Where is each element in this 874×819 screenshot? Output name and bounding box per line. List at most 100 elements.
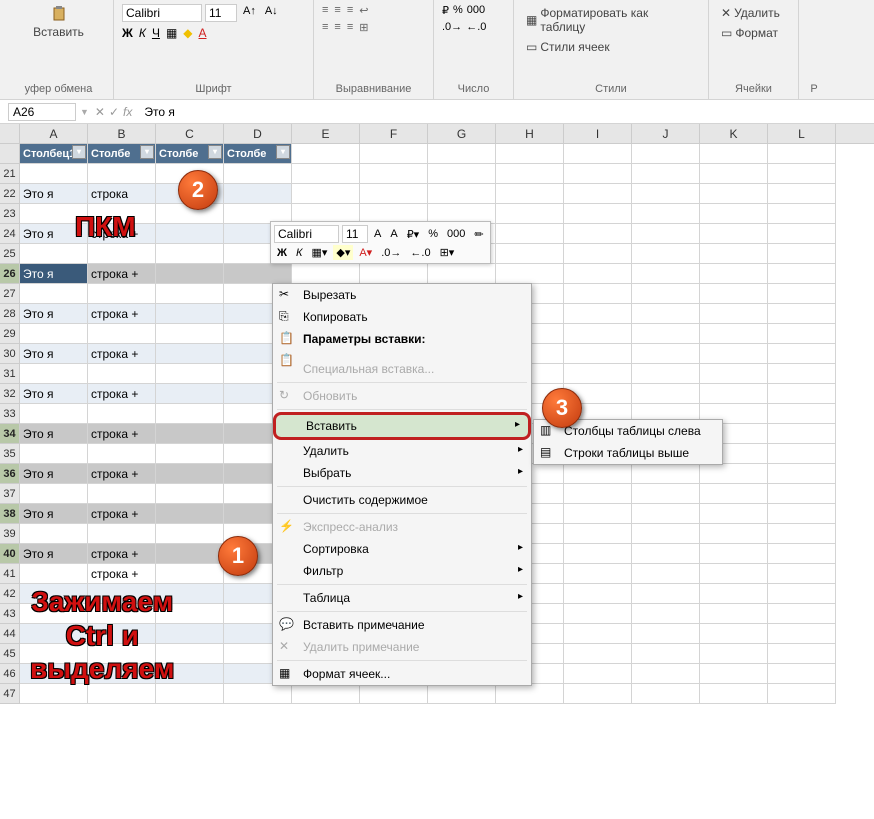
cell[interactable] xyxy=(292,144,360,164)
cell[interactable] xyxy=(88,484,156,504)
cell[interactable] xyxy=(768,264,836,284)
cell[interactable] xyxy=(768,324,836,344)
col-header[interactable]: I xyxy=(564,124,632,143)
italic-button[interactable]: К xyxy=(139,26,146,40)
col-header[interactable]: L xyxy=(768,124,836,143)
cell[interactable] xyxy=(700,504,768,524)
row-header[interactable]: 33 xyxy=(0,404,20,424)
merge-icon[interactable]: ⊞ xyxy=(359,21,368,34)
menu-cut[interactable]: ✂Вырезать xyxy=(273,284,531,306)
cell[interactable] xyxy=(156,364,224,384)
cell[interactable]: строка + xyxy=(88,424,156,444)
cell[interactable] xyxy=(700,564,768,584)
cell[interactable] xyxy=(564,644,632,664)
col-header[interactable]: B xyxy=(88,124,156,143)
row-header[interactable]: 29 xyxy=(0,324,20,344)
col-header[interactable]: D xyxy=(224,124,292,143)
underline-button[interactable]: Ч xyxy=(152,26,160,40)
cell[interactable] xyxy=(632,184,700,204)
menu-select[interactable]: Выбрать xyxy=(273,462,531,484)
cell[interactable] xyxy=(88,244,156,264)
cell[interactable] xyxy=(700,284,768,304)
cell[interactable] xyxy=(156,304,224,324)
cell[interactable] xyxy=(700,664,768,684)
table-col-header[interactable]: Столбе▾ xyxy=(224,144,292,164)
cell[interactable] xyxy=(768,524,836,544)
cell[interactable]: строка + xyxy=(88,304,156,324)
cell[interactable] xyxy=(156,324,224,344)
cell[interactable] xyxy=(564,584,632,604)
cell[interactable] xyxy=(156,684,224,704)
cell[interactable]: Это я xyxy=(20,344,88,364)
row-header[interactable]: 35 xyxy=(0,444,20,464)
dec-decimal-icon[interactable]: ←.0 xyxy=(466,21,486,33)
cell[interactable] xyxy=(156,504,224,524)
row-header[interactable]: 21 xyxy=(0,164,20,184)
cell[interactable] xyxy=(632,144,700,164)
bold-button[interactable]: Ж xyxy=(122,26,133,40)
row-header[interactable]: 46 xyxy=(0,664,20,684)
menu-copy[interactable]: ⎘Копировать xyxy=(273,306,531,328)
comma-icon[interactable]: 000 xyxy=(467,4,485,17)
formula-input[interactable] xyxy=(138,103,874,121)
cell[interactable] xyxy=(292,264,360,284)
cell[interactable] xyxy=(496,264,564,284)
cell[interactable] xyxy=(632,524,700,544)
cell[interactable] xyxy=(564,524,632,544)
cell[interactable] xyxy=(564,204,632,224)
bold-button[interactable]: Ж xyxy=(274,246,290,260)
cell[interactable] xyxy=(768,584,836,604)
currency-icon[interactable]: ₽ xyxy=(442,4,449,17)
cell[interactable] xyxy=(632,164,700,184)
cell[interactable] xyxy=(700,604,768,624)
cell[interactable] xyxy=(768,644,836,664)
fill-color-icon[interactable]: ◆▾ xyxy=(333,245,353,260)
cell[interactable] xyxy=(768,464,836,484)
menu-clear[interactable]: Очистить содержимое xyxy=(273,489,531,511)
cell[interactable] xyxy=(700,484,768,504)
cell[interactable] xyxy=(632,384,700,404)
cell[interactable] xyxy=(156,284,224,304)
cell[interactable] xyxy=(88,284,156,304)
grow-font-icon[interactable]: A xyxy=(371,227,384,241)
cell[interactable] xyxy=(156,564,224,584)
cell[interactable] xyxy=(632,644,700,664)
cell[interactable] xyxy=(564,224,632,244)
cell[interactable]: строка + xyxy=(88,384,156,404)
cell[interactable] xyxy=(20,284,88,304)
align-right-icon[interactable]: ≡ xyxy=(347,21,353,34)
cell[interactable] xyxy=(564,184,632,204)
cell[interactable] xyxy=(496,224,564,244)
cell[interactable] xyxy=(20,364,88,384)
cell[interactable] xyxy=(768,184,836,204)
cell[interactable] xyxy=(632,364,700,384)
row-header[interactable]: 24 xyxy=(0,224,20,244)
cell[interactable] xyxy=(224,264,292,284)
row-header[interactable]: 26 xyxy=(0,264,20,284)
cell[interactable] xyxy=(700,184,768,204)
cell[interactable] xyxy=(564,364,632,384)
cell[interactable] xyxy=(428,184,496,204)
cell[interactable] xyxy=(428,684,496,704)
cell[interactable] xyxy=(564,344,632,364)
row-header[interactable]: 47 xyxy=(0,684,20,704)
cell[interactable]: Это я xyxy=(20,424,88,444)
cell[interactable] xyxy=(768,144,836,164)
cell[interactable] xyxy=(632,664,700,684)
row-header[interactable]: 39 xyxy=(0,524,20,544)
submenu-rows-above[interactable]: ▤Строки таблицы выше xyxy=(534,442,722,464)
cell[interactable] xyxy=(768,664,836,684)
cell[interactable] xyxy=(768,404,836,424)
filter-icon[interactable]: ▾ xyxy=(276,145,290,159)
table-col-header[interactable]: Столбе▾ xyxy=(156,144,224,164)
cell[interactable] xyxy=(700,364,768,384)
cell[interactable] xyxy=(632,224,700,244)
cell[interactable] xyxy=(700,464,768,484)
cell[interactable] xyxy=(88,444,156,464)
cell[interactable] xyxy=(88,364,156,384)
enter-icon[interactable]: ✓ xyxy=(109,105,119,119)
shrink-font-icon[interactable]: A xyxy=(387,227,400,241)
cell[interactable] xyxy=(700,344,768,364)
align-bot-icon[interactable]: ≡ xyxy=(347,4,353,17)
cell[interactable] xyxy=(768,424,836,444)
